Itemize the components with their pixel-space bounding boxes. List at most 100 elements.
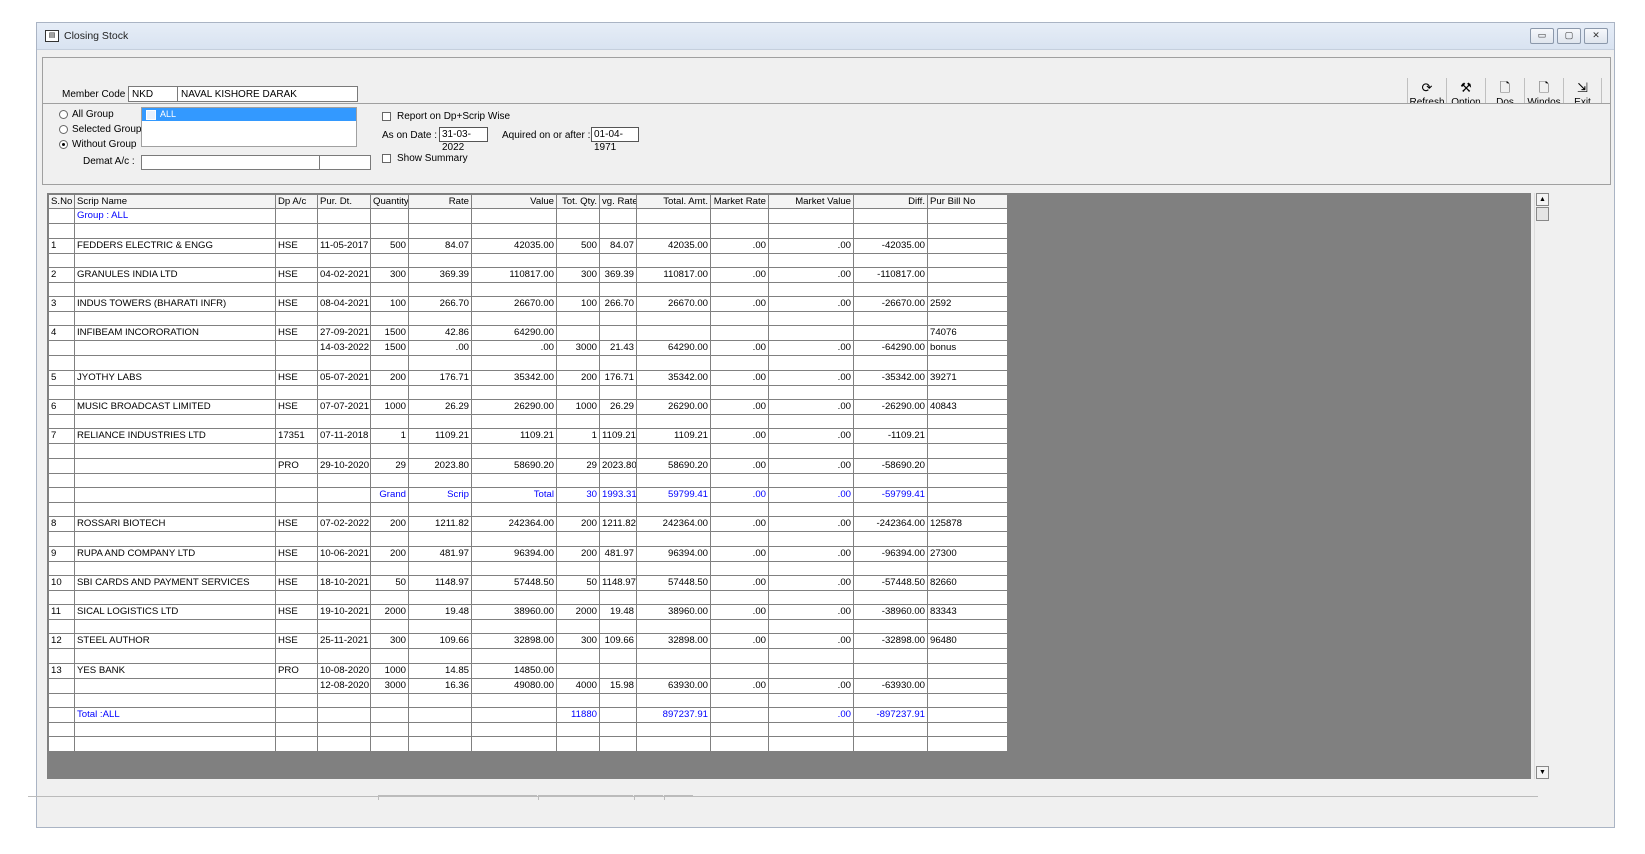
table-cell[interactable]	[927, 560, 1008, 576]
table-row[interactable]: 7 RELIANCE INDUSTRIES LTD 17351 07-11-2018 1…	[48, 428, 1008, 445]
table-row[interactable]: Total :ALL 11880 897237.91 .00 -897237.91	[48, 707, 1008, 724]
table-row[interactable]: 1 FEDDERS ELECTRIC & ENGG HSE 11-05-2017 500…	[48, 237, 1008, 254]
table-cell[interactable]	[599, 589, 637, 606]
table-cell[interactable]	[471, 281, 557, 298]
table-cell[interactable]	[471, 223, 557, 239]
table-cell[interactable]	[710, 589, 769, 606]
column-header[interactable]: Scrip Name	[74, 194, 276, 210]
table-cell[interactable]: HSE	[275, 296, 318, 313]
table-cell[interactable]: 12-08-2020	[317, 677, 371, 694]
table-cell[interactable]	[636, 281, 711, 298]
table-cell[interactable]: Grand	[370, 486, 409, 503]
table-cell[interactable]: 8	[48, 516, 75, 533]
table-row[interactable]: 11 SICAL LOGISTICS LTD HSE 19-10-2021 2000 19…	[48, 604, 1008, 621]
table-row[interactable]: 12 STEEL AUTHOR HSE 25-11-2021 300 109.66 3289…	[48, 633, 1008, 650]
table-cell[interactable]	[74, 501, 276, 518]
table-cell[interactable]: 369.39	[599, 266, 637, 283]
table-row[interactable]	[48, 311, 1008, 327]
table-row[interactable]	[48, 722, 1008, 738]
table-cell[interactable]: 125878	[927, 516, 1008, 533]
table-cell[interactable]: 29	[556, 457, 600, 474]
acquired-on-input[interactable]: 01-04-1971	[591, 127, 639, 153]
stock-grid[interactable]: S.No Scrip Name Dp A/c Pur. Dt. Quantity Rate…	[48, 194, 1008, 752]
table-cell[interactable]	[408, 722, 472, 738]
table-cell[interactable]	[408, 648, 472, 664]
table-cell[interactable]	[408, 472, 472, 488]
report-dp-scrip-checkbox[interactable]: Report on Dp+Scrip Wise	[382, 111, 510, 122]
table-cell[interactable]: .00	[710, 516, 769, 533]
table-cell[interactable]: 17351	[275, 428, 318, 445]
table-cell[interactable]	[408, 355, 472, 371]
table-cell[interactable]	[48, 457, 75, 474]
table-cell[interactable]: .00	[768, 604, 854, 621]
table-cell[interactable]	[275, 311, 318, 327]
table-cell[interactable]: HSE	[275, 516, 318, 533]
table-cell[interactable]	[370, 560, 409, 576]
table-cell[interactable]	[710, 648, 769, 664]
table-cell[interactable]: 481.97	[599, 545, 637, 562]
table-cell[interactable]: 4	[48, 325, 75, 342]
table-cell[interactable]	[599, 414, 637, 430]
table-cell[interactable]: 50	[370, 574, 409, 591]
table-cell[interactable]	[317, 722, 371, 738]
table-cell[interactable]: 176.71	[599, 369, 637, 386]
table-cell[interactable]: 63930.00	[636, 677, 711, 694]
table-cell[interactable]: ROSSARI BIOTECH	[74, 516, 276, 533]
table-cell[interactable]	[370, 311, 409, 327]
table-cell[interactable]	[927, 384, 1008, 401]
table-cell[interactable]	[556, 736, 600, 752]
table-cell[interactable]	[768, 589, 854, 606]
demat-account-field[interactable]	[141, 155, 371, 170]
table-cell[interactable]	[710, 692, 769, 709]
table-cell[interactable]: .00	[710, 428, 769, 445]
table-cell[interactable]	[710, 384, 769, 401]
table-cell[interactable]: HSE	[275, 325, 318, 342]
table-cell[interactable]: 35342.00	[471, 369, 557, 386]
table-cell[interactable]	[317, 648, 371, 664]
table-cell[interactable]	[636, 223, 711, 239]
radio-without-group[interactable]: Without Group	[59, 139, 136, 150]
table-cell[interactable]: 50	[556, 574, 600, 591]
table-cell[interactable]: 26.29	[599, 399, 637, 416]
table-cell[interactable]	[710, 736, 769, 752]
table-cell[interactable]: 500	[370, 237, 409, 254]
table-cell[interactable]	[853, 281, 928, 298]
table-cell[interactable]	[370, 722, 409, 738]
table-cell[interactable]: SBI CARDS AND PAYMENT SERVICES	[74, 574, 276, 591]
table-cell[interactable]: .00	[768, 707, 854, 724]
member-code-field[interactable]: NKD NAVAL KISHORE DARAK	[128, 86, 358, 102]
table-cell[interactable]: .00	[768, 340, 854, 357]
table-cell[interactable]	[275, 736, 318, 752]
table-cell[interactable]	[927, 501, 1008, 518]
table-cell[interactable]	[556, 325, 600, 342]
minimize-button[interactable]: ▭	[1530, 28, 1554, 44]
table-cell[interactable]: INDUS TOWERS (BHARATI INFR)	[74, 296, 276, 313]
table-row[interactable]	[48, 589, 1008, 606]
table-cell[interactable]: -26670.00	[853, 296, 928, 313]
table-row[interactable]	[48, 648, 1008, 664]
table-cell[interactable]	[710, 531, 769, 547]
table-cell[interactable]	[853, 443, 928, 459]
table-cell[interactable]	[599, 707, 637, 724]
table-cell[interactable]	[636, 384, 711, 401]
table-cell[interactable]: 10-06-2021	[317, 545, 371, 562]
table-cell[interactable]	[556, 281, 600, 298]
table-cell[interactable]: HSE	[275, 545, 318, 562]
table-cell[interactable]: 2023.80	[408, 457, 472, 474]
table-cell[interactable]: .00	[710, 266, 769, 283]
table-cell[interactable]: 5	[48, 369, 75, 386]
table-cell[interactable]	[317, 472, 371, 488]
table-cell[interactable]: -897237.91	[853, 707, 928, 724]
table-cell[interactable]	[636, 531, 711, 547]
table-cell[interactable]: 100	[556, 296, 600, 313]
table-row[interactable]	[48, 531, 1008, 547]
table-cell[interactable]	[370, 384, 409, 401]
table-cell[interactable]	[48, 281, 75, 298]
table-cell[interactable]: 12	[48, 633, 75, 650]
table-cell[interactable]	[927, 472, 1008, 488]
table-cell[interactable]	[599, 311, 637, 327]
table-cell[interactable]	[927, 311, 1008, 327]
table-cell[interactable]	[74, 531, 276, 547]
column-header[interactable]: Value	[471, 194, 557, 210]
table-cell[interactable]: .00	[768, 677, 854, 694]
